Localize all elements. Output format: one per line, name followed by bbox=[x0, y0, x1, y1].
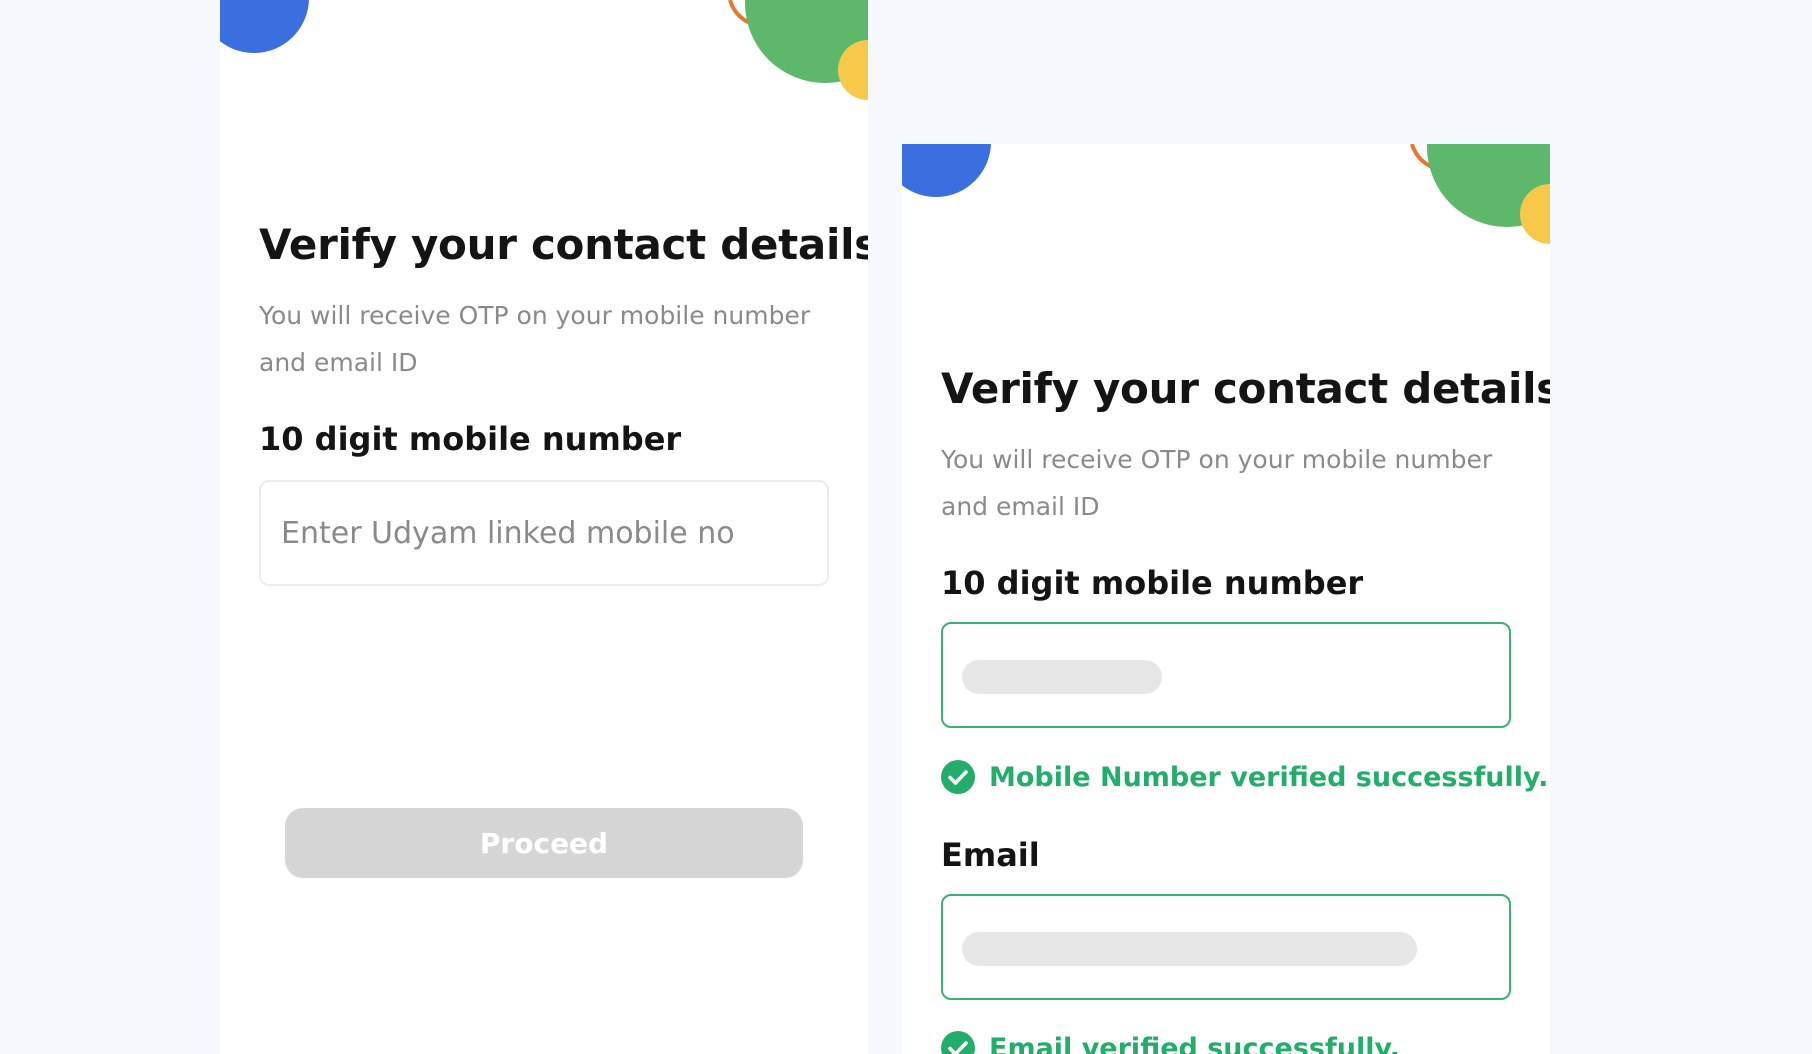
yellow-circle-shape bbox=[1520, 184, 1550, 244]
verification-success-screen: Verify your contact details You will rec… bbox=[902, 144, 1550, 1054]
masked-email-value bbox=[962, 932, 1417, 966]
decorative-shapes bbox=[220, 0, 868, 100]
mobile-verified-message: Mobile Number verified successfully. bbox=[941, 760, 1548, 794]
green-circle-shape bbox=[745, 0, 868, 83]
mobile-entry-screen: Verify your contact details You will rec… bbox=[220, 0, 868, 1054]
mobile-number-input[interactable] bbox=[259, 480, 829, 586]
proceed-button[interactable]: Proceed bbox=[285, 808, 803, 878]
page-title: Verify your contact details bbox=[941, 364, 1550, 413]
page-subtitle: You will receive OTP on your mobile numb… bbox=[259, 301, 811, 377]
email-label: Email bbox=[941, 836, 1040, 874]
mobile-verified-text: Mobile Number verified successfully. bbox=[989, 761, 1549, 793]
decorative-shapes bbox=[902, 144, 1550, 244]
orange-arc-shape bbox=[728, 0, 769, 29]
page-title: Verify your contact details bbox=[259, 220, 868, 269]
mobile-number-label: 10 digit mobile number bbox=[941, 564, 1364, 602]
yellow-circle-shape bbox=[838, 40, 868, 100]
mobile-number-input[interactable] bbox=[941, 622, 1511, 728]
email-verified-text: Email verified successfully. bbox=[989, 1032, 1400, 1054]
mobile-number-label: 10 digit mobile number bbox=[259, 420, 682, 458]
green-circle-shape bbox=[1427, 144, 1550, 227]
email-input[interactable] bbox=[941, 894, 1511, 1000]
email-verified-message: Email verified successfully. bbox=[941, 1031, 1400, 1054]
blue-circle-shape bbox=[220, 0, 309, 53]
check-circle-icon bbox=[941, 1031, 975, 1054]
blue-circle-shape bbox=[902, 144, 991, 197]
check-circle-icon bbox=[941, 760, 975, 794]
orange-arc-shape bbox=[1410, 144, 1451, 173]
masked-mobile-value bbox=[962, 660, 1162, 694]
page-subtitle: You will receive OTP on your mobile numb… bbox=[941, 445, 1493, 521]
